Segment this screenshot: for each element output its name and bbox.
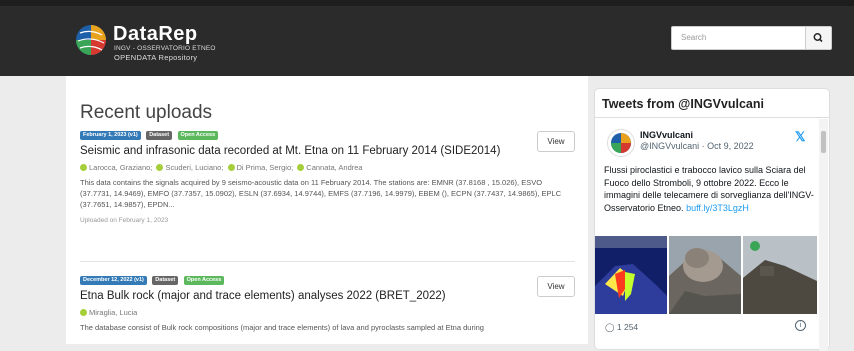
date-badge: February 1, 2023 (v1) — [80, 131, 141, 140]
brand-subtitle: INGV - OSSERVATORIO ETNEO — [114, 45, 216, 52]
tweet-text: Flussi piroclastici e trabocco lavico su… — [604, 164, 814, 214]
ingv-avatar-icon — [611, 133, 631, 153]
access-badge: Open Access — [177, 131, 219, 140]
brand-subtitle-2: OPENDATA Repository — [114, 53, 198, 62]
type-badge: Dataset — [146, 131, 173, 140]
record-description: The database consist of Bulk rock compos… — [80, 323, 484, 332]
record-title[interactable]: Etna Bulk rock (major and trace elements… — [80, 290, 575, 302]
type-badge: Dataset — [152, 276, 179, 285]
author[interactable]: Cannata, Andrea — [306, 163, 362, 172]
datarep-logo-icon[interactable] — [74, 23, 108, 57]
tweets-divider — [595, 117, 829, 118]
section-title: Recent uploads — [80, 102, 213, 123]
orcid-icon — [80, 164, 87, 171]
orcid-icon — [80, 309, 87, 316]
view-button[interactable]: View — [537, 276, 575, 297]
tweets-heading[interactable]: Tweets from @INGVvulcani — [602, 97, 764, 111]
orcid-icon — [297, 164, 305, 171]
main-content: Recent uploads February 1, 2023 (v1) Dat… — [66, 76, 588, 344]
record-badges: December 12, 2022 (v1) Dataset Open Acce… — [80, 276, 575, 286]
search-icon — [813, 33, 823, 43]
author[interactable]: Di Prima, Sergio; — [237, 163, 294, 172]
tweet-media-images[interactable] — [595, 236, 817, 314]
tweet-handle[interactable]: @INGVvulcani · Oct 9, 2022 — [640, 141, 754, 151]
author[interactable]: Scuderi, Luciano; — [165, 163, 223, 172]
tweet-action-counts[interactable]: 1 254 — [617, 322, 638, 332]
avatar[interactable] — [607, 129, 635, 157]
tweet-author-name[interactable]: INGVvulcani — [640, 130, 693, 140]
record-description: This data contains the signals acquired … — [80, 178, 562, 209]
record-authors: Larocca, Graziano; Scuderi, Luciano; Di … — [80, 163, 575, 172]
tweet-link[interactable]: buff.ly/3T3LgzH — [686, 203, 749, 213]
record-title[interactable]: Seismic and infrasonic data recorded at … — [80, 145, 575, 157]
record-authors: Miraglia, Lucia — [80, 308, 575, 317]
search-input[interactable]: Search — [671, 26, 806, 50]
reply-icon[interactable]: ◯ — [605, 322, 615, 332]
author[interactable]: Larocca, Graziano; — [89, 163, 152, 172]
site-header: DataRep INGV - OSSERVATORIO ETNEO OPENDA… — [0, 6, 854, 76]
tweet-card[interactable]: INGVvulcani @INGVvulcani · Oct 9, 2022 𝕏… — [595, 119, 819, 351]
orcid-icon — [156, 164, 164, 171]
record-badges: February 1, 2023 (v1) Dataset Open Acces… — [80, 131, 575, 141]
tweets-scrollbar[interactable] — [819, 119, 828, 351]
brand-title[interactable]: DataRep — [113, 23, 198, 46]
scrollbar-thumb[interactable] — [821, 131, 826, 153]
tweet-actions: ◯ 1 254 — [605, 322, 638, 333]
author[interactable]: Miraglia, Lucia — [89, 308, 137, 317]
record-divider — [80, 261, 575, 262]
record-item: December 12, 2022 (v1) Dataset Open Acce… — [80, 276, 575, 333]
view-button[interactable]: View — [537, 131, 575, 152]
date-badge: December 12, 2022 (v1) — [80, 276, 147, 285]
access-badge: Open Access — [183, 276, 225, 285]
record-item: February 1, 2023 (v1) Dataset Open Acces… — [80, 131, 575, 224]
tweets-widget: Tweets from @INGVvulcani INGVvulcani @IN… — [594, 88, 830, 351]
uploaded-date: Uploaded on February 1, 2023 — [80, 217, 169, 224]
x-logo-icon[interactable]: 𝕏 — [795, 129, 805, 145]
orcid-icon — [227, 164, 235, 171]
search-button[interactable] — [805, 26, 832, 50]
info-icon[interactable]: i — [795, 320, 806, 331]
